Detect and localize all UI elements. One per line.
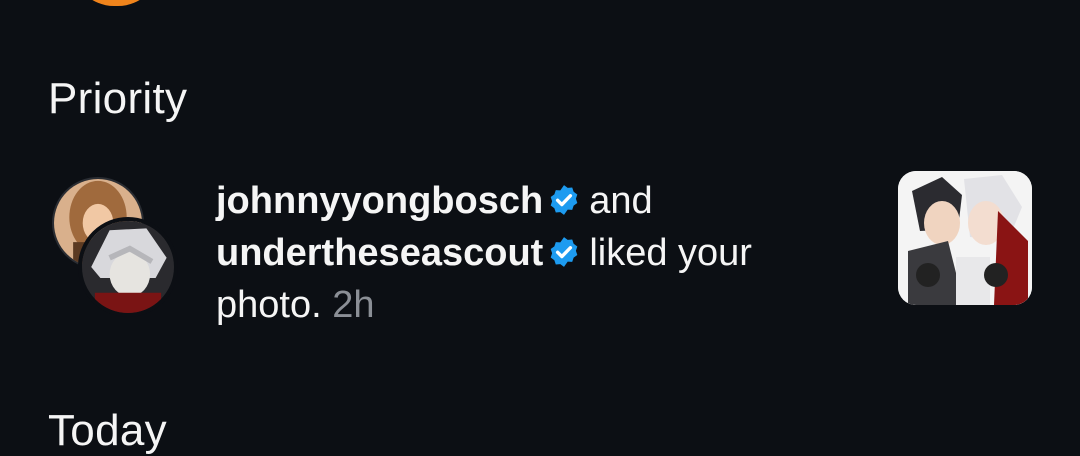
notification-row[interactable]: johnnyyongbosch and undertheseascout liked…: [0, 165, 1080, 326]
username-johnnyyongbosch[interactable]: johnnyyongbosch: [216, 180, 543, 222]
story-ring-partial: [72, 0, 160, 6]
section-title-today: Today: [48, 406, 167, 455]
avatar-undertheseascout[interactable]: [78, 217, 178, 317]
avatar-stack[interactable]: [48, 173, 184, 317]
connector-text: and: [589, 180, 653, 222]
timestamp: 2h: [332, 284, 375, 326]
verified-badge-icon: [547, 183, 581, 217]
liked-photo-thumbnail[interactable]: [898, 171, 1032, 305]
notification-text: johnnyyongbosch and undertheseascout liked…: [216, 175, 856, 331]
verified-badge-icon: [547, 235, 581, 269]
section-title-priority: Priority: [48, 74, 188, 123]
username-undertheseascout[interactable]: undertheseascout: [216, 232, 543, 274]
